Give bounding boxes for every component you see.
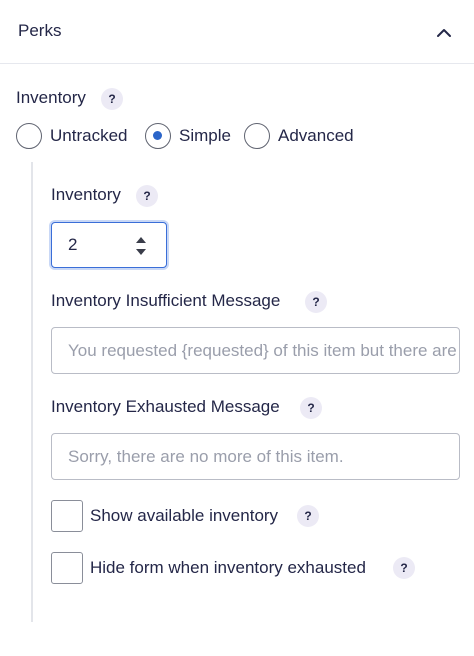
help-icon[interactable]: ? <box>136 185 158 207</box>
exhausted-message-input[interactable]: Sorry, there are no more of this item. <box>51 433 460 480</box>
insufficient-message-placeholder: You requested {requested} of this item b… <box>68 341 459 360</box>
insufficient-message-label: Inventory Insufficient Message <box>51 291 281 310</box>
insufficient-message-input[interactable]: You requested {requested} of this item b… <box>51 327 460 374</box>
inventory-field-label: Inventory <box>51 185 121 204</box>
spin-down-icon[interactable] <box>132 245 150 257</box>
exhausted-message-placeholder: Sorry, there are no more of this item. <box>68 447 344 466</box>
hide-form-label: Hide form when inventory exhausted <box>90 558 366 577</box>
hide-form-checkbox[interactable] <box>51 552 83 584</box>
radio-untracked-label: Untracked <box>50 126 128 145</box>
help-icon[interactable]: ? <box>305 291 327 313</box>
show-available-checkbox[interactable] <box>51 500 83 532</box>
radio-button[interactable] <box>16 123 42 149</box>
number-spinner[interactable] <box>132 233 150 257</box>
show-available-label: Show available inventory <box>90 506 279 525</box>
radio-button-selected[interactable] <box>145 123 171 149</box>
show-available-row[interactable]: Show available inventory <box>51 500 278 532</box>
help-icon[interactable]: ? <box>393 557 415 579</box>
hide-form-row[interactable]: Hide form when inventory exhausted <box>51 552 366 584</box>
radio-button[interactable] <box>244 123 270 149</box>
inventory-value[interactable]: 2 <box>68 235 77 255</box>
panel-title: Perks <box>18 21 62 40</box>
radio-simple-label: Simple <box>179 126 231 145</box>
help-icon[interactable]: ? <box>297 505 319 527</box>
radio-advanced[interactable]: Advanced <box>244 121 354 151</box>
spin-up-icon[interactable] <box>132 233 150 245</box>
chevron-up-icon[interactable] <box>432 22 456 44</box>
help-icon[interactable]: ? <box>101 88 123 110</box>
exhausted-message-label: Inventory Exhausted Message <box>51 397 280 416</box>
inventory-mode-label: Inventory <box>16 88 86 107</box>
nested-section-divider <box>31 162 33 622</box>
inventory-number-input[interactable]: 2 <box>51 222 167 268</box>
radio-advanced-label: Advanced <box>278 126 354 145</box>
radio-simple[interactable]: Simple <box>145 121 231 151</box>
panel-header: Perks <box>0 0 474 64</box>
help-icon[interactable]: ? <box>300 397 322 419</box>
radio-untracked[interactable]: Untracked <box>16 121 127 151</box>
